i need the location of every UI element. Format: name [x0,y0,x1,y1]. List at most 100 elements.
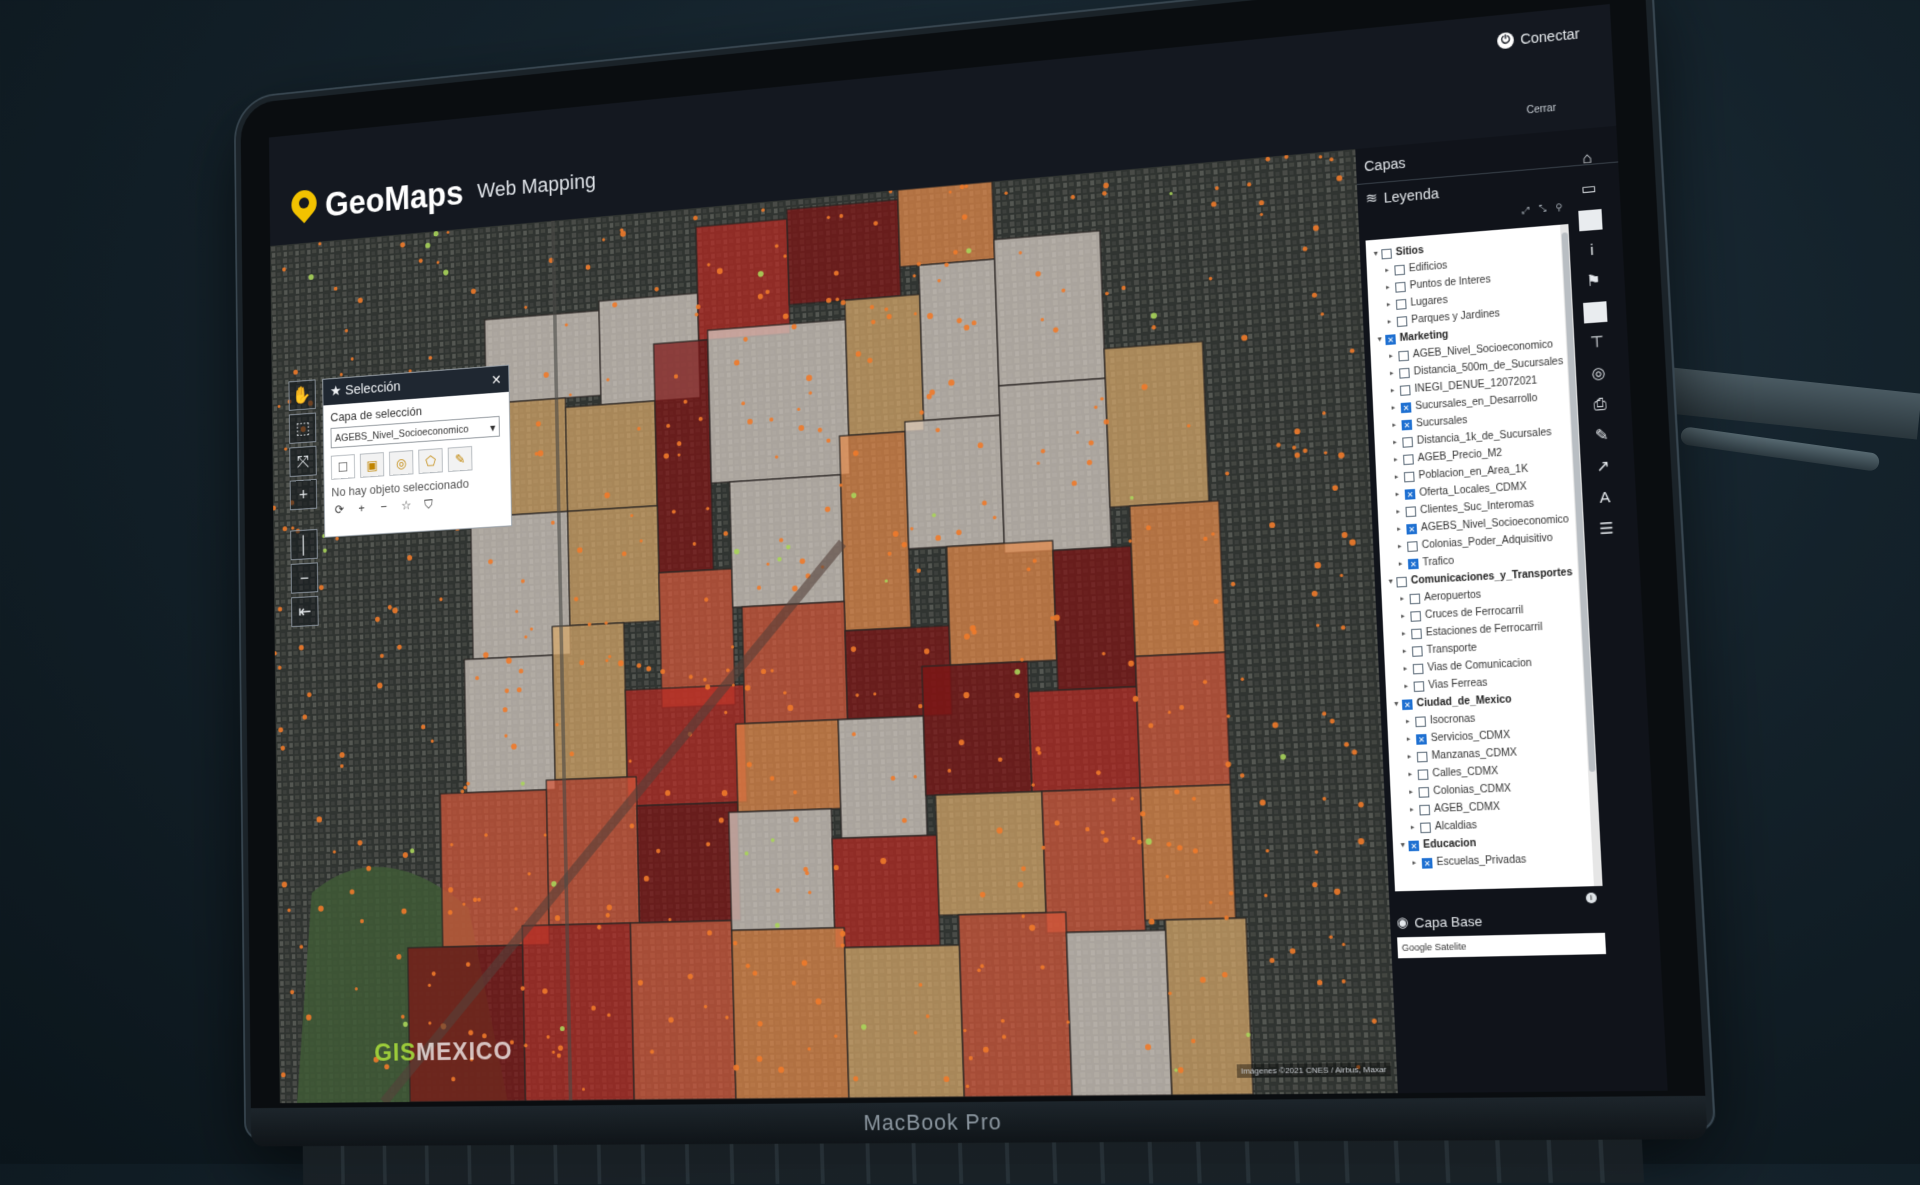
layer-checkbox[interactable]: ✕ [1401,698,1413,710]
ageb-polygon[interactable] [408,945,526,1102]
app-logo[interactable]: GeoMaps Web Mapping [291,161,596,228]
ageb-polygon[interactable] [654,340,714,573]
select-circle-button[interactable]: ◎ [388,450,414,476]
layer-checkbox[interactable] [1409,593,1421,604]
zoom-slider[interactable]: │ [290,528,318,561]
ageb-polygon[interactable] [730,475,845,608]
refresh-icon[interactable]: ⟳ [332,502,348,518]
ageb-polygon[interactable] [566,401,658,511]
layer-checkbox[interactable] [1402,436,1414,448]
share-icon[interactable]: ↗ [1591,456,1616,478]
ageb-polygon[interactable] [1140,785,1235,921]
layer-checkbox[interactable] [1395,281,1406,293]
ageb-polygon[interactable] [708,320,850,484]
ageb-polygon[interactable] [1104,341,1209,507]
select-none-button[interactable]: ☐ [330,454,356,480]
ageb-polygon[interactable] [1135,652,1230,788]
ageb-polygon[interactable] [839,432,911,631]
layer-checkbox[interactable] [1396,576,1408,587]
select-rectangle-button[interactable]: ▣ [359,452,385,478]
ageb-polygon[interactable] [922,662,1032,796]
layer-checkbox[interactable] [1411,645,1423,657]
select-freehand-button[interactable]: ✎ [447,445,473,472]
ageb-polygon[interactable] [464,655,555,793]
layer-checkbox[interactable]: ✕ [1408,840,1420,851]
ageb-polygon[interactable] [696,219,790,341]
ageb-polygon[interactable] [1029,687,1141,792]
draw-icon[interactable]: ✎ [1589,425,1614,447]
zoom-out-button[interactable]: − [290,562,319,594]
ageb-polygon[interactable] [905,415,1004,549]
layer-checkbox[interactable] [1413,680,1425,692]
ageb-polygon[interactable] [787,200,901,305]
layer-checkbox[interactable] [1411,628,1422,639]
layer-checkbox[interactable] [1417,768,1429,780]
info-tool-icon[interactable]: i [1580,240,1604,262]
layer-checkbox[interactable]: ✕ [1406,523,1418,535]
layer-checkbox[interactable] [1415,715,1427,727]
ageb-polygon[interactable] [742,601,848,723]
ageb-polygon[interactable] [898,182,995,267]
layer-checkbox[interactable] [1394,264,1405,276]
layer-checkbox[interactable] [1403,453,1414,465]
layer-checkbox[interactable]: ✕ [1404,488,1416,500]
ruler-icon[interactable]: ⊤ [1585,332,1609,354]
layer-checkbox[interactable] [1398,350,1409,361]
ageb-polygon[interactable] [832,835,940,948]
favorite-icon[interactable]: ☆ [398,498,414,514]
layer-checkbox[interactable]: ✕ [1421,857,1433,869]
layer-checkbox[interactable] [1419,804,1431,815]
ageb-polygon[interactable] [1042,788,1146,933]
ageb-polygon[interactable] [522,923,634,1101]
ageb-polygon[interactable] [1066,930,1172,1096]
map-canvas[interactable]: ✋ ⬚ ⤧ + │ − ⇤ ★ Selección ✕ Capa de sele… [270,149,1398,1104]
pan-tool-button[interactable]: ✋ [288,379,316,411]
layer-checkbox[interactable] [1418,786,1430,798]
blank-tool-button[interactable] [1578,209,1603,232]
previous-extent-button[interactable]: ⇤ [291,595,319,628]
zoom-in-button[interactable]: + [289,478,318,511]
layer-checkbox[interactable] [1410,610,1422,622]
layer-checkbox[interactable]: ✕ [1415,733,1427,745]
list-icon[interactable]: ☰ [1594,518,1619,540]
layer-checkbox[interactable]: ✕ [1385,333,1396,345]
zoom-box-button[interactable]: ⬚ [288,412,317,444]
layer-checkbox[interactable] [1405,505,1417,517]
ageb-polygon[interactable] [845,294,924,435]
ageb-polygon[interactable] [1130,501,1225,657]
layer-checkbox[interactable] [1416,751,1428,762]
layer-checkbox[interactable] [1420,821,1431,833]
print-icon[interactable]: ⎙ [1588,394,1612,416]
ageb-polygon[interactable] [994,231,1105,386]
ageb-polygon[interactable] [999,378,1112,553]
ageb-polygon[interactable] [935,791,1046,915]
ageb-polygon[interactable] [959,912,1073,1097]
home-icon[interactable]: ⌂ [1575,148,1599,170]
base-layer-header[interactable]: ◉ Capa Base [1396,909,1605,931]
legend-toolbar[interactable]: ⤢ ⤡ ⚲ [1522,202,1566,217]
close-icon[interactable]: ✕ [491,366,502,393]
text-icon[interactable]: A [1593,487,1618,509]
layer-checkbox[interactable]: ✕ [1401,419,1413,430]
layer-checkbox[interactable] [1395,298,1407,310]
target-icon[interactable]: ◎ [1586,363,1610,385]
measure-tool-button[interactable] [1583,301,1608,324]
ageb-polygon[interactable] [630,921,736,1100]
flag-icon[interactable]: ⚑ [1581,270,1605,292]
layer-checkbox[interactable] [1381,248,1392,259]
ageb-polygon[interactable] [729,809,835,931]
full-extent-button[interactable]: ⤧ [289,445,317,478]
layer-checkbox[interactable] [1412,663,1424,674]
ageb-polygon[interactable] [637,802,741,923]
ageb-polygon[interactable] [1053,546,1137,690]
layer-checkbox[interactable]: ✕ [1407,558,1419,569]
info-icon[interactable]: i [1585,892,1597,904]
layer-checkbox[interactable] [1396,315,1408,327]
add-selection-button[interactable]: + [354,501,370,517]
ageb-polygon[interactable] [845,945,965,1098]
layer-checkbox[interactable] [1403,471,1415,482]
filter-icon[interactable]: ⛉ [421,496,437,512]
remove-selection-button[interactable]: − [376,499,392,515]
layer-checkbox[interactable] [1399,384,1411,396]
layer-checkbox[interactable] [1399,367,1410,379]
